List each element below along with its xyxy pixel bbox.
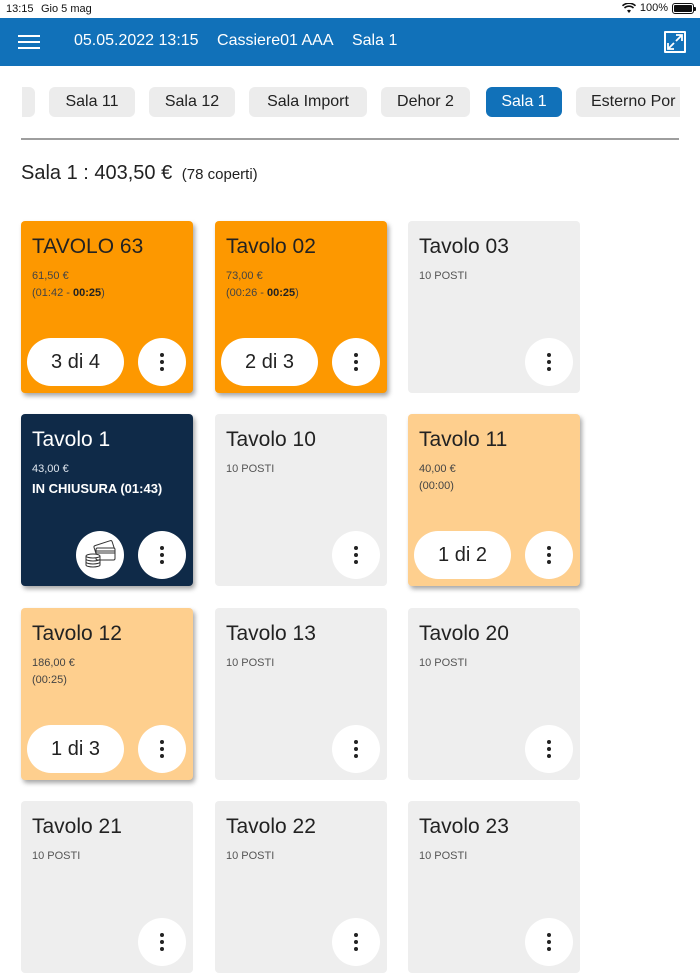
more-vertical-icon[interactable]	[138, 338, 186, 386]
status-date: Gio 5 mag	[41, 3, 92, 15]
header-room: Sala 1	[351, 32, 398, 49]
tab-sala-11[interactable]: Sala 11	[49, 87, 135, 117]
tab-sala-1[interactable]: Sala 1	[486, 87, 562, 117]
table-card[interactable]: Tavolo 03 10 POSTI	[408, 221, 580, 393]
more-vertical-icon[interactable]	[138, 725, 186, 773]
bill-count-button[interactable]: 1 di 3	[27, 725, 124, 773]
header-datetime: 05.05.2022 13:15	[74, 32, 199, 49]
status-bar: 13:15 Gio 5 mag 100%	[0, 0, 700, 18]
table-name: Tavolo 22	[226, 815, 316, 838]
table-seats: 10 POSTI	[419, 850, 468, 862]
table-name: Tavolo 03	[419, 235, 509, 258]
table-card[interactable]: TAVOLO 63 61,50 € (01:42 - 00:25) 3 di 4	[21, 221, 193, 393]
table-name: TAVOLO 63	[32, 235, 144, 258]
table-name: Tavolo 02	[226, 235, 316, 258]
more-vertical-icon[interactable]	[332, 918, 380, 966]
table-seats: 10 POSTI	[32, 850, 81, 862]
table-amount: 61,50 €	[32, 270, 69, 282]
bill-count-button[interactable]: 1 di 2	[414, 531, 511, 579]
room-covers: (78 coperti)	[181, 166, 258, 183]
table-card[interactable]: Tavolo 10 10 POSTI	[215, 414, 387, 586]
status-right: 100%	[621, 2, 696, 14]
table-seats: 10 POSTI	[226, 850, 275, 862]
table-name: Tavolo 20	[419, 622, 509, 645]
table-times: (00:25)	[32, 674, 67, 686]
more-vertical-icon[interactable]	[332, 338, 380, 386]
table-name: Tavolo 10	[226, 428, 316, 451]
table-name: Tavolo 11	[419, 428, 508, 451]
room-tabs: Sala 11 Sala 12 Sala Import Dehor 2 Sala…	[22, 85, 680, 121]
table-card[interactable]: Tavolo 11 40,00 € (00:00) 1 di 2	[408, 414, 580, 586]
table-card[interactable]: Tavolo 23 10 POSTI	[408, 801, 580, 973]
battery-percent: 100%	[639, 2, 668, 14]
table-times: (00:26 - 00:25)	[226, 287, 299, 299]
more-vertical-icon[interactable]	[525, 338, 573, 386]
table-amount: 186,00 €	[32, 657, 75, 669]
table-amount: 73,00 €	[226, 270, 263, 282]
table-card[interactable]: Tavolo 22 10 POSTI	[215, 801, 387, 973]
tab-dehor-2[interactable]: Dehor 2	[381, 87, 470, 117]
tabs-divider	[21, 138, 679, 140]
more-vertical-icon[interactable]	[332, 725, 380, 773]
table-card[interactable]: Tavolo 02 73,00 € (00:26 - 00:25) 2 di 3	[215, 221, 387, 393]
table-name: Tavolo 13	[226, 622, 316, 645]
tab-hidden[interactable]	[22, 87, 35, 117]
table-seats: 10 POSTI	[419, 270, 468, 282]
table-card[interactable]: Tavolo 1 43,00 € IN CHIUSURA (01:43)	[21, 414, 193, 586]
table-card[interactable]: Tavolo 20 10 POSTI	[408, 608, 580, 780]
table-name: Tavolo 1	[32, 428, 111, 451]
table-name: Tavolo 12	[32, 622, 122, 645]
table-status: IN CHIUSURA (01:43)	[32, 481, 163, 496]
more-vertical-icon[interactable]	[525, 918, 573, 966]
room-summary: Sala 1 : 403,50 € (78 coperti)	[21, 162, 258, 185]
table-times: (00:00)	[419, 480, 454, 492]
table-name: Tavolo 21	[32, 815, 122, 838]
status-time: 13:15	[6, 3, 34, 15]
header-cashier: Cassiere01 AAA	[217, 32, 334, 49]
pay-cards-icon[interactable]	[76, 531, 124, 579]
expand-icon[interactable]	[664, 31, 686, 53]
table-seats: 10 POSTI	[226, 463, 275, 475]
battery-icon	[672, 2, 696, 14]
table-amount: 43,00 €	[32, 463, 69, 475]
hamburger-icon[interactable]	[18, 32, 40, 52]
room-total: Sala 1 : 403,50 €	[21, 162, 173, 184]
table-seats: 10 POSTI	[226, 657, 275, 669]
bill-count-button[interactable]: 3 di 4	[27, 338, 124, 386]
app-bar-title: 05.05.2022 13:15 Cassiere01 AAA Sala 1	[74, 32, 411, 50]
table-seats: 10 POSTI	[419, 657, 468, 669]
table-name: Tavolo 23	[419, 815, 509, 838]
more-vertical-icon[interactable]	[332, 531, 380, 579]
more-vertical-icon[interactable]	[525, 531, 573, 579]
wifi-icon	[621, 2, 636, 13]
tab-esterno[interactable]: Esterno Por	[576, 87, 680, 117]
table-amount: 40,00 €	[419, 463, 456, 475]
more-vertical-icon[interactable]	[138, 531, 186, 579]
table-card[interactable]: Tavolo 12 186,00 € (00:25) 1 di 3	[21, 608, 193, 780]
table-card[interactable]: Tavolo 21 10 POSTI	[21, 801, 193, 973]
tab-sala-12[interactable]: Sala 12	[149, 87, 235, 117]
more-vertical-icon[interactable]	[525, 725, 573, 773]
tab-sala-import[interactable]: Sala Import	[249, 87, 367, 117]
app-bar: 05.05.2022 13:15 Cassiere01 AAA Sala 1	[0, 18, 700, 66]
table-times: (01:42 - 00:25)	[32, 287, 105, 299]
table-card[interactable]: Tavolo 13 10 POSTI	[215, 608, 387, 780]
more-vertical-icon[interactable]	[138, 918, 186, 966]
bill-count-button[interactable]: 2 di 3	[221, 338, 318, 386]
